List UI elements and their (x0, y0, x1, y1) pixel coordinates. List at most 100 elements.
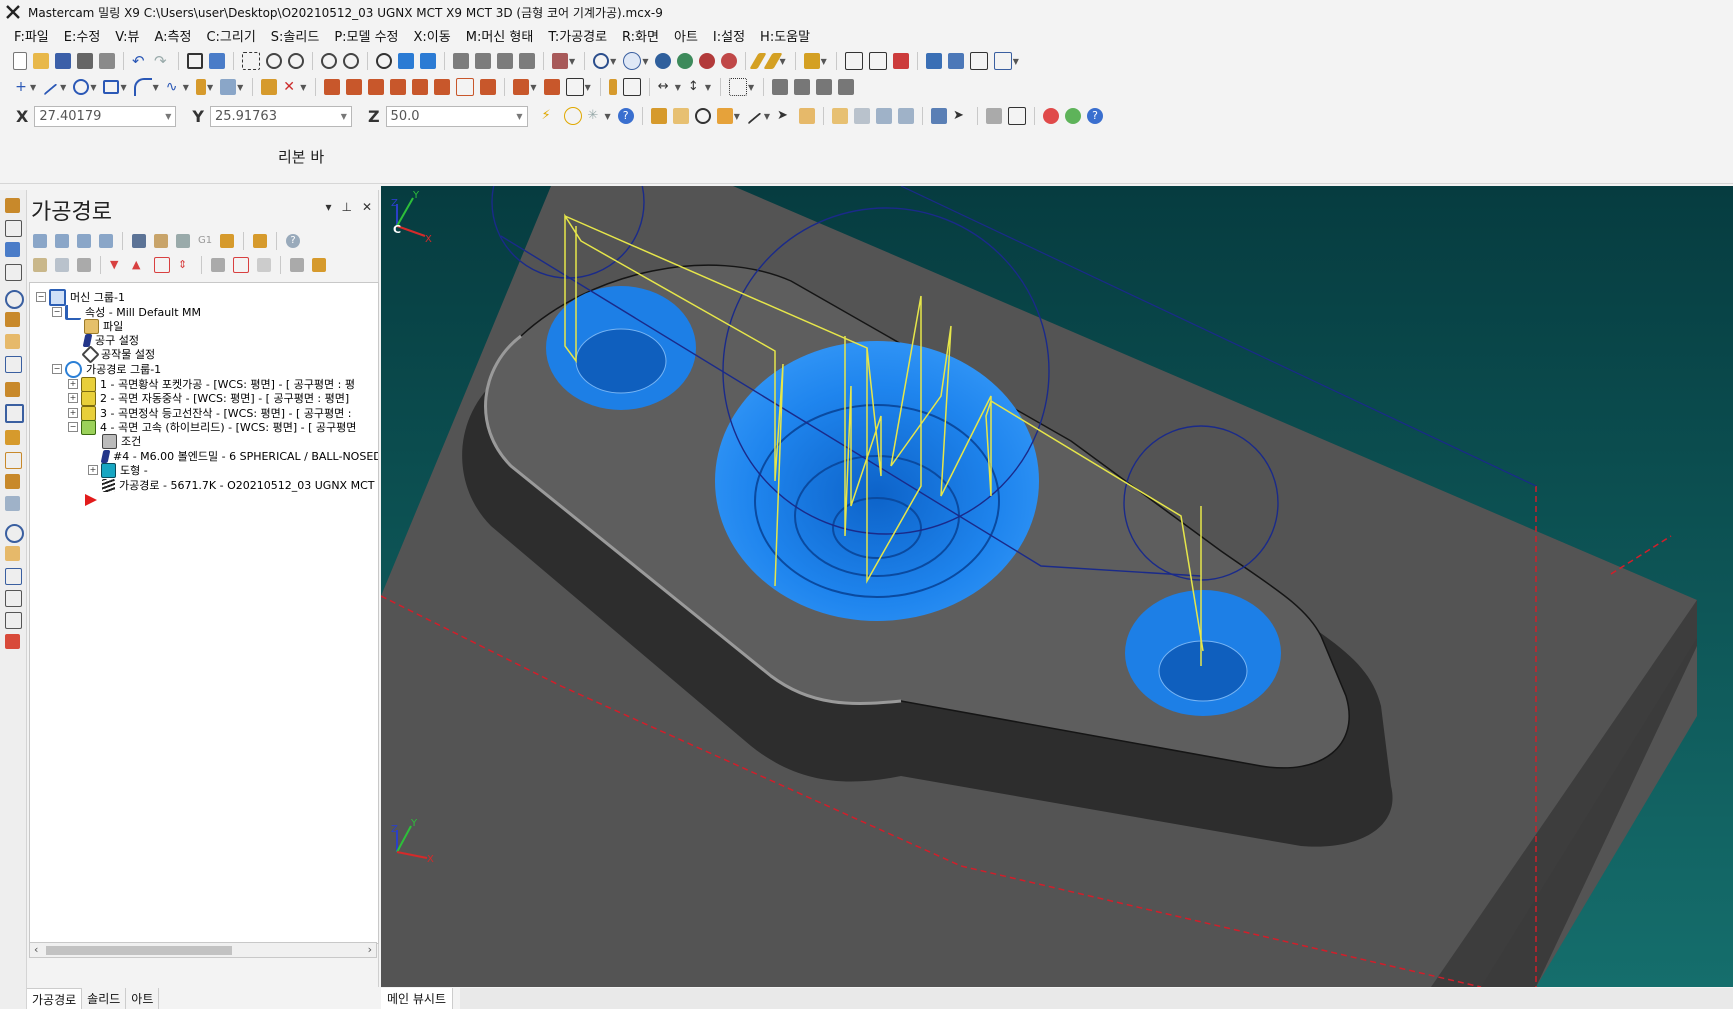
xform-mirror-icon[interactable] (346, 79, 363, 95)
add-operation-icon[interactable] (5, 430, 20, 445)
tree-item-stock-setup[interactable]: 공작물 설정 (81, 344, 155, 364)
menu-toolpaths[interactable]: T:가공경로 (548, 26, 607, 45)
face-select-icon[interactable] (876, 108, 893, 124)
verify-selection-icon[interactable] (1008, 107, 1027, 125)
menu-view[interactable]: V:뷰 (115, 26, 139, 45)
circle-icon[interactable] (73, 79, 90, 95)
horizontal-dimension-icon[interactable]: ↔ (658, 79, 674, 95)
select-operation-icon[interactable] (5, 474, 20, 489)
vertical-dimension-icon[interactable]: ↕ (688, 79, 704, 95)
shaded-sphere-green-icon[interactable] (677, 53, 694, 69)
tree-item-machine-group[interactable]: − 머신 그룹-1 (36, 288, 125, 306)
point-icon[interactable]: + (13, 79, 29, 95)
line-icon[interactable] (43, 83, 59, 97)
dropdown-arrow-icon[interactable]: ▼ (821, 57, 827, 66)
right-view-icon[interactable] (497, 53, 513, 69)
xform-project-icon[interactable] (456, 78, 475, 96)
menu-create[interactable]: C:그리기 (206, 26, 255, 45)
expand-toggle-icon[interactable]: + (68, 379, 78, 389)
print-preview-icon[interactable] (99, 53, 115, 69)
dropdown-arrow-icon[interactable]: ▼ (642, 57, 648, 66)
globe-icon[interactable] (593, 53, 610, 69)
expand-toggle-icon[interactable]: + (68, 393, 78, 403)
dropdown-arrow-icon[interactable]: ▼ (610, 57, 616, 66)
surface-finish-icon[interactable] (5, 404, 24, 423)
stock-model-icon[interactable] (5, 634, 20, 649)
layout-grid-icon[interactable] (993, 52, 1012, 70)
scrollbar-thumb[interactable] (46, 946, 232, 955)
regen-selected-icon[interactable] (77, 234, 91, 248)
dropdown-arrow-icon[interactable]: ▼ (675, 83, 681, 92)
level-icon[interactable] (5, 264, 22, 281)
graphics-viewport[interactable]: Z Y X C Z Y X (381, 186, 1733, 987)
wireframe-sphere-icon[interactable] (623, 52, 642, 70)
arc-icon[interactable] (133, 78, 152, 96)
xform-grid-icon[interactable] (543, 79, 560, 95)
tree-item-operation-2[interactable]: + 2 - 곡면 자동중삭 - [WCS: 평면] - [ 공구평면 : 평면] (68, 390, 349, 406)
scroll-to-insert-icon[interactable]: ⇕ (178, 258, 192, 272)
mastercam-app-icon[interactable] (4, 3, 22, 21)
help-icon[interactable]: ? (617, 108, 634, 124)
print-icon[interactable] (77, 53, 93, 69)
dropdown-arrow-icon[interactable]: ▼ (734, 112, 740, 121)
tab-main-viewsheet[interactable]: 메인 뷰시트 (381, 988, 454, 1009)
machine-simulation-icon[interactable] (772, 79, 789, 95)
solids-manager-icon[interactable] (5, 220, 22, 237)
tree-item-toolpath-group[interactable]: − 가공경로 그룹-1 (52, 360, 161, 378)
collapse-toggle-icon[interactable]: − (68, 422, 78, 432)
view-cube-icon[interactable] (552, 53, 568, 69)
xform-translate-icon[interactable] (324, 79, 341, 95)
menu-edit[interactable]: E:수정 (64, 26, 101, 45)
isometric-view-icon[interactable] (519, 53, 535, 69)
nesting-icon[interactable] (5, 590, 22, 607)
tree-item-parameters[interactable]: 조건 (102, 433, 141, 449)
undo-icon[interactable]: ↶ (132, 53, 148, 69)
zoom-window-icon[interactable] (242, 52, 260, 70)
vertex-select-icon[interactable] (931, 108, 948, 124)
tab-solids[interactable]: 솔리드 (82, 988, 127, 1009)
help-icon[interactable]: ? (1087, 108, 1104, 124)
autocursor-override-icon[interactable]: ✳ (588, 108, 604, 124)
note-icon[interactable] (622, 78, 641, 96)
insert-after-icon[interactable] (154, 257, 170, 273)
toolpath-manager-icon[interactable] (5, 198, 20, 213)
lock-icon[interactable] (33, 258, 47, 272)
body-select-icon[interactable] (854, 108, 871, 124)
toggle-display-icon[interactable] (55, 258, 69, 272)
shaded-sphere-red-icon[interactable] (699, 53, 716, 69)
tree-item-properties[interactable]: − 속성 - Mill Default MM (52, 304, 201, 320)
menu-xform[interactable]: X:이동 (414, 26, 451, 45)
menu-model-prep[interactable]: P:모델 수정 (334, 26, 398, 45)
cancel-icon[interactable] (1043, 108, 1060, 124)
zoom-selected-icon[interactable] (288, 53, 304, 69)
z-coordinate-field[interactable]: 50.0 ▼ (385, 105, 528, 127)
shaded-sphere-icon[interactable] (655, 53, 672, 69)
selection-mask-icon[interactable] (986, 108, 1003, 124)
dropdown-arrow-icon[interactable]: ▼ (569, 57, 575, 66)
autocursor-settings-icon[interactable] (563, 107, 582, 125)
menu-analyze[interactable]: A:측정 (154, 26, 191, 45)
trim-icon[interactable] (261, 79, 278, 95)
dropdown-arrow-icon[interactable]: ▼ (705, 83, 711, 92)
dropdown-arrow-icon[interactable]: ▼ (779, 57, 785, 66)
move-down-icon[interactable]: ▼ (110, 258, 124, 272)
collapse-all-icon[interactable] (312, 258, 326, 272)
collapse-toggle-icon[interactable]: − (36, 292, 46, 302)
dropdown-arrow-icon[interactable]: ▼ (120, 83, 126, 92)
collapse-toggle-icon[interactable]: − (52, 307, 62, 317)
scroll-left-icon[interactable]: ‹ (34, 943, 38, 956)
chevron-down-icon[interactable]: ▼ (341, 112, 347, 121)
fit-icon[interactable] (187, 53, 203, 69)
viewport-canvas[interactable]: Z Y X C Z Y X (381, 186, 1733, 987)
dropdown-arrow-icon[interactable]: ▼ (207, 83, 213, 92)
front-view-icon[interactable] (475, 53, 491, 69)
open-file-icon[interactable] (33, 53, 49, 69)
attributes-icon[interactable] (672, 108, 689, 124)
xform-roll-icon[interactable] (513, 79, 530, 95)
pocket-icon[interactable] (5, 334, 20, 349)
expand-all-icon[interactable] (290, 258, 304, 272)
previous-view-icon[interactable] (420, 53, 436, 69)
dropdown-arrow-icon[interactable]: ▼ (90, 83, 96, 92)
insert-arrow[interactable] (84, 492, 98, 508)
solid-cylinder-icon[interactable] (195, 79, 206, 95)
